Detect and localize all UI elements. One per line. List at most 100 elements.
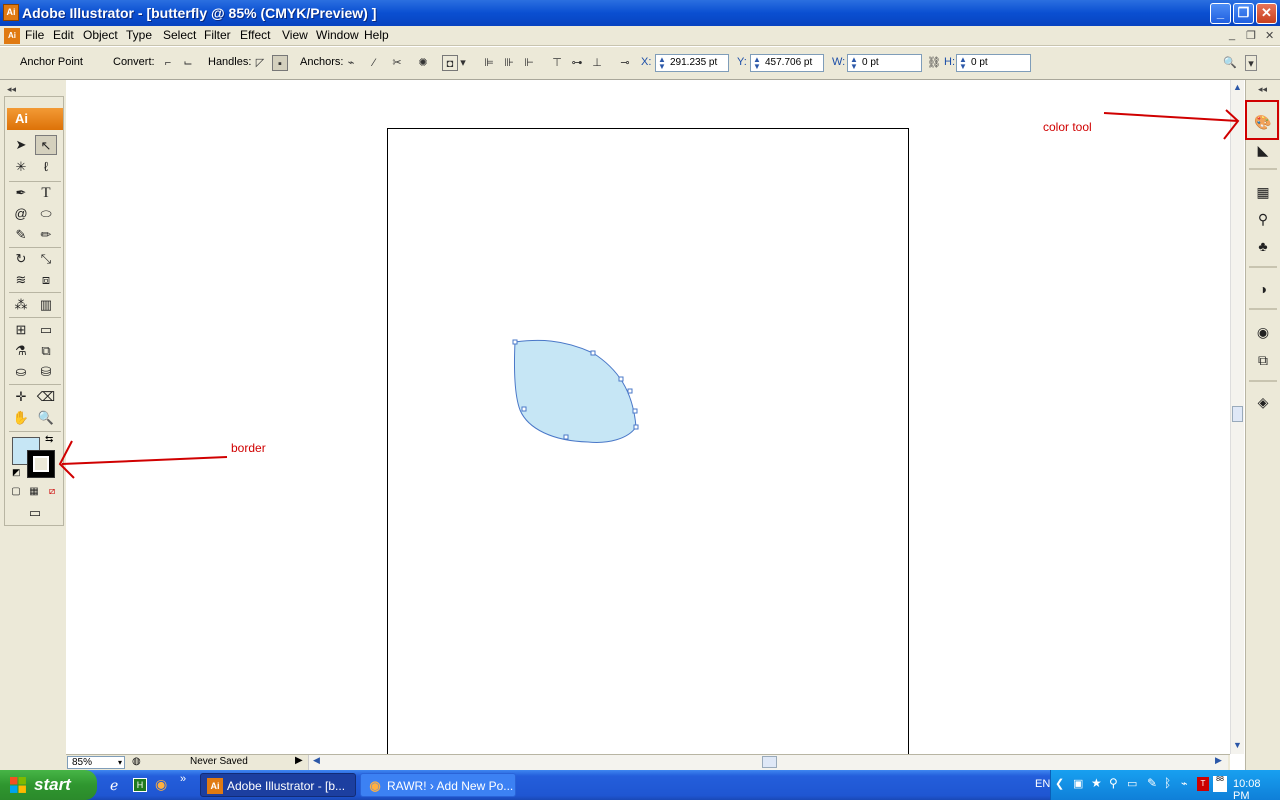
expand-panels-icon[interactable]: ◂◂ <box>1258 84 1267 95</box>
pen-tool-icon[interactable]: ✒ <box>10 183 32 203</box>
eraser-tool-icon[interactable]: ⌫ <box>35 387 57 407</box>
screen-mode-icon[interactable]: ▭ <box>22 504 48 522</box>
tray-calendar-icon[interactable]: 88 <box>1213 776 1227 792</box>
warp-tool-icon[interactable]: ≋ <box>10 270 32 290</box>
quicklaunch-more-icon[interactable]: » <box>180 773 186 785</box>
vertical-scroll-thumb[interactable] <box>1232 406 1243 422</box>
transform-reference-icon[interactable]: ⊸ <box>617 55 633 71</box>
column-graph-tool-icon[interactable]: ▥ <box>35 295 57 315</box>
tray-star-icon[interactable]: ★ <box>1091 776 1102 790</box>
select-similar-dropdown-icon[interactable]: ▾ <box>458 55 468 71</box>
zoom-tool-icon[interactable]: 🔍 <box>35 408 57 428</box>
minimize-button[interactable]: _ <box>1210 3 1231 24</box>
paintbrush-tool-icon[interactable]: ✎ <box>10 225 32 245</box>
graphic-styles-panel-icon[interactable]: ⧉ <box>1251 349 1275 371</box>
scroll-left-icon[interactable]: ◀ <box>313 755 320 766</box>
symbol-sprayer-tool-icon[interactable]: ⁂ <box>10 295 32 315</box>
color-panel-icon[interactable]: 🎨 <box>1251 111 1275 133</box>
control-palette-dropdown-icon[interactable]: ▾ <box>1245 55 1257 71</box>
status-menu-icon[interactable]: ▶ <box>295 755 303 766</box>
free-transform-tool-icon[interactable]: ⧈ <box>35 270 57 290</box>
menu-edit[interactable]: Edit <box>53 28 74 42</box>
collapse-toolbox-icon[interactable]: ◂◂ <box>7 84 16 95</box>
tray-tool-icon[interactable]: ✎ <box>1147 776 1157 790</box>
anchor-point[interactable] <box>590 350 596 356</box>
rotate-tool-icon[interactable]: ↻ <box>10 249 32 269</box>
scroll-up-icon[interactable]: ▲ <box>1233 82 1242 92</box>
anchor-point[interactable] <box>618 376 624 382</box>
menu-effect[interactable]: Effect <box>240 28 270 42</box>
menu-filter[interactable]: Filter <box>204 28 231 42</box>
pathfinder-panel-icon[interactable]: ◑ <box>1251 278 1275 300</box>
cut-path-icon[interactable]: ✂ <box>389 55 405 71</box>
close-button[interactable]: ✕ <box>1256 3 1277 24</box>
language-indicator[interactable]: EN <box>1035 778 1050 790</box>
start-button[interactable]: start <box>0 770 97 800</box>
ie-quicklaunch-icon[interactable]: ℯ <box>110 777 118 794</box>
align-vcenter-icon[interactable]: ⊶ <box>569 55 585 71</box>
zoom-field[interactable]: 85% ▾ <box>67 756 125 769</box>
selection-tool-icon[interactable]: ➤ <box>10 135 32 155</box>
direct-selection-tool-icon[interactable]: ↖ <box>35 135 57 155</box>
appearance-panel-icon[interactable]: ◉ <box>1251 321 1275 343</box>
isolate-icon[interactable]: ✺ <box>415 55 431 71</box>
align-top-icon[interactable]: ⊤ <box>549 55 565 71</box>
hand-tool-icon[interactable]: ✋ <box>10 408 32 428</box>
anchor-point[interactable] <box>521 406 527 412</box>
tray-app-icon[interactable]: T <box>1197 777 1209 791</box>
document-icon[interactable]: Ai <box>4 28 20 44</box>
default-fill-stroke-icon[interactable]: ◩ <box>12 467 21 478</box>
magic-wand-tool-icon[interactable]: ✳ <box>10 157 32 177</box>
h-field[interactable]: ▲ ▼ 0 pt <box>956 54 1031 72</box>
ellipse-tool-icon[interactable]: ⬭ <box>35 204 57 224</box>
show-handles-icon[interactable]: ◸ <box>252 55 268 71</box>
vertical-scrollbar[interactable]: ▲ ▼ <box>1230 80 1244 754</box>
constrain-proportions-icon[interactable]: ⛓ <box>926 55 942 71</box>
version-cue-icon[interactable]: ◍ <box>132 756 141 767</box>
remove-anchor-icon[interactable]: ⌁ <box>343 55 359 71</box>
spiral-tool-icon[interactable]: @ <box>10 204 32 224</box>
anchor-point[interactable] <box>633 424 639 430</box>
none-mode-icon[interactable]: ⧄ <box>43 484 61 500</box>
align-bottom-icon[interactable]: ⊥ <box>589 55 605 71</box>
color-mode-icon[interactable]: ▢ <box>7 484 25 500</box>
tray-expand-icon[interactable]: ❮ <box>1055 777 1064 790</box>
gradient-tool-icon[interactable]: ▭ <box>35 320 57 340</box>
tray-plug-icon[interactable]: ⌁ <box>1181 777 1188 790</box>
menu-help[interactable]: Help <box>364 28 389 42</box>
convert-to-corner-icon[interactable]: ⌐ <box>160 55 176 71</box>
eyedropper-tool-icon[interactable]: ⚗ <box>10 341 32 361</box>
tray-network-icon[interactable]: ▣ <box>1073 777 1083 790</box>
pencil-tool-icon[interactable]: ✏ <box>35 225 57 245</box>
firefox-quicklaunch-icon[interactable]: ◉ <box>155 776 167 793</box>
symbols-panel-icon[interactable]: ♣ <box>1251 235 1275 257</box>
align-left-icon[interactable]: ⊫ <box>481 55 497 71</box>
menu-file[interactable]: File <box>25 28 44 42</box>
hide-handles-icon[interactable]: ▪ <box>272 55 288 71</box>
artboard[interactable] <box>387 128 909 758</box>
live-paint-bucket-tool-icon[interactable]: ⛀ <box>10 362 32 382</box>
horizontal-scroll-thumb[interactable] <box>762 756 777 768</box>
select-similar-icon[interactable]: ◘ <box>442 55 458 71</box>
y-field[interactable]: ▲ ▼ 457.706 pt <box>750 54 824 72</box>
live-paint-selection-tool-icon[interactable]: ⛁ <box>35 362 57 382</box>
swap-fill-stroke-icon[interactable]: ⇆ <box>45 434 53 445</box>
anchor-point[interactable] <box>512 339 518 345</box>
doc-minimize-icon[interactable]: _ <box>1229 29 1235 41</box>
mesh-tool-icon[interactable]: ⊞ <box>10 320 32 340</box>
swatches-panel-icon[interactable]: ▦ <box>1251 181 1275 203</box>
doc-close-icon[interactable]: ✕ <box>1265 29 1274 42</box>
connect-anchors-icon[interactable]: ⁄ <box>366 55 382 71</box>
menu-object[interactable]: Object <box>83 28 118 42</box>
doc-restore-icon[interactable]: ❐ <box>1246 29 1256 42</box>
zoom-dropdown-icon[interactable]: ▾ <box>118 757 122 769</box>
align-hcenter-icon[interactable]: ⊪ <box>501 55 517 71</box>
taskbar-item-illustrator[interactable]: Ai Adobe Illustrator - [b... <box>200 773 356 797</box>
menu-type[interactable]: Type <box>126 28 152 42</box>
menu-window[interactable]: Window <box>316 28 359 42</box>
illustrator-app-icon[interactable]: Ai <box>3 4 19 21</box>
stroke-swatch[interactable] <box>27 450 55 478</box>
type-tool-icon[interactable]: T <box>35 183 57 203</box>
tray-monitor-icon[interactable]: ▭ <box>1127 777 1137 790</box>
blend-tool-icon[interactable]: ⧉ <box>35 341 57 361</box>
